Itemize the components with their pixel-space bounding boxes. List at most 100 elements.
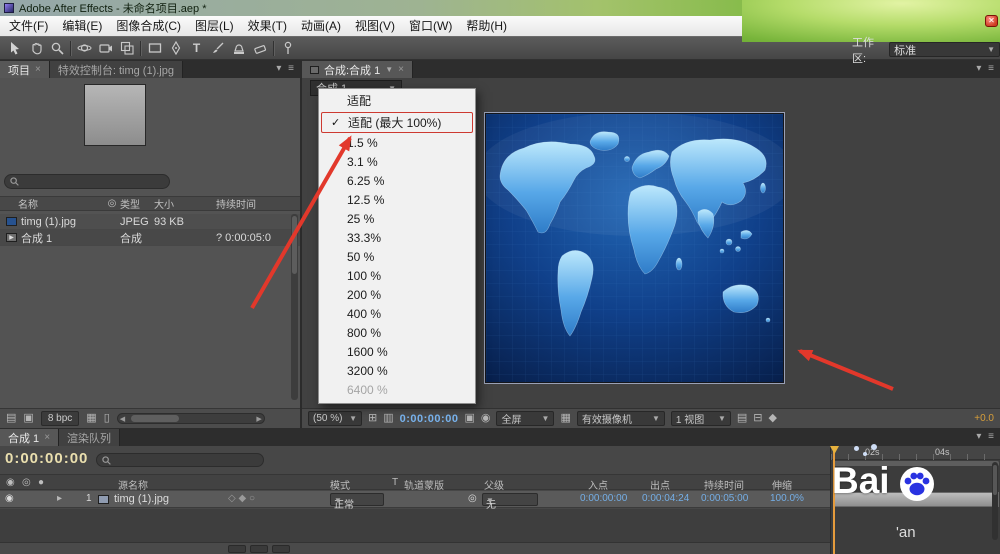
trash-icon[interactable]: ▯ — [104, 413, 110, 424]
layer-label-chip[interactable] — [98, 495, 109, 504]
tab-project[interactable]: 项目 × — [0, 61, 50, 78]
column-type[interactable]: 类型 — [120, 196, 154, 211]
timeline-search-input[interactable] — [115, 454, 258, 466]
project-horizontal-scrollbar[interactable]: ◀ ▶ — [116, 413, 265, 424]
fast-preview-icon[interactable]: ◆ — [769, 413, 777, 424]
new-composition-icon[interactable]: ▦ — [86, 413, 96, 424]
menu-window[interactable]: 窗口(W) — [402, 16, 459, 36]
project-bit-depth[interactable]: 8 bpc — [40, 411, 80, 426]
column-trkmat-t[interactable]: T — [392, 477, 398, 488]
column-source-name[interactable]: 源名称 — [118, 477, 148, 492]
audio-column-icon[interactable]: ◎ — [22, 477, 31, 488]
toggle-switches-button[interactable] — [228, 545, 246, 553]
workspace-dropdown[interactable]: 标准 ▼ — [889, 42, 1000, 57]
interpret-footage-icon[interactable]: ▤ — [6, 413, 16, 424]
view-layout-dropdown[interactable]: 1 视图 ▼ — [670, 411, 731, 426]
close-icon[interactable]: × — [398, 64, 404, 75]
menu-composition[interactable]: 图像合成(C) — [109, 16, 188, 36]
column-duration[interactable]: 持续时间 — [704, 477, 744, 492]
column-duration[interactable]: 持续时间 — [216, 196, 294, 211]
zoom-option-fit[interactable]: 适配 — [319, 92, 475, 111]
zoom-option[interactable]: 50 % — [319, 248, 475, 267]
parent-pickwhip-icon[interactable]: ◎ — [468, 493, 477, 504]
composition-viewer[interactable] — [484, 112, 785, 384]
layer-duration-bar[interactable] — [833, 492, 999, 507]
layer-switches-icons[interactable]: ◇ ◆ ○ — [228, 493, 255, 504]
work-area-bar[interactable] — [833, 461, 999, 466]
tab-timeline-comp[interactable]: 合成 1 × — [0, 429, 60, 446]
mask-shape-tool[interactable] — [144, 39, 165, 58]
zoom-option[interactable]: 200 % — [319, 286, 475, 305]
scroll-right-icon[interactable]: ▶ — [256, 415, 261, 423]
blend-mode-dropdown[interactable]: 正常 ▼ — [330, 493, 384, 511]
zoom-option[interactable]: 800 % — [319, 324, 475, 343]
type-tool[interactable]: T — [186, 39, 207, 58]
close-icon[interactable]: × — [35, 64, 41, 75]
grid-guides-icon[interactable]: ⊞ — [368, 413, 377, 424]
selection-tool[interactable] — [4, 39, 25, 58]
zoom-option[interactable]: 100 % — [319, 267, 475, 286]
video-column-icon[interactable]: ◉ — [6, 477, 15, 488]
timeline-current-time[interactable]: 0:00:00:00 — [5, 450, 88, 467]
menu-edit[interactable]: 编辑(E) — [55, 16, 109, 36]
table-row[interactable]: timg (1).jpg JPEG 93 KB — [0, 214, 300, 230]
comp-current-time[interactable]: 0:00:00:00 — [400, 413, 459, 425]
zoom-option[interactable]: 12.5 % — [319, 191, 475, 210]
layer-row[interactable]: ◉ ▸ 1 timg (1).jpg ◇ ◆ ○ 正常 ▼ ◎ 无 ▼ 0:00… — [0, 491, 830, 511]
column-parent[interactable]: 父级 — [484, 477, 504, 492]
menu-file[interactable]: 文件(F) — [2, 16, 55, 36]
solo-column-icon[interactable]: ● — [38, 477, 44, 488]
zoom-option-fit-max-100[interactable]: 适配 (最大 100%) — [321, 112, 473, 133]
zoom-option[interactable]: 3200 % — [319, 362, 475, 381]
orbit-camera-tool[interactable] — [74, 39, 95, 58]
panel-menu-icon[interactable]: ▾ ≡ — [276, 63, 296, 74]
eraser-tool[interactable] — [249, 39, 270, 58]
layer-stretch-value[interactable]: 100.0% — [770, 493, 804, 504]
pixel-aspect-icon[interactable]: ⊟ — [753, 413, 762, 424]
column-label-icon[interactable]: ◎ — [104, 198, 120, 209]
menu-help[interactable]: 帮助(H) — [459, 16, 514, 36]
zoom-option[interactable]: 400 % — [319, 305, 475, 324]
column-out[interactable]: 出点 — [650, 477, 670, 492]
close-icon[interactable]: ✕ — [985, 15, 998, 27]
magnification-dropdown[interactable]: (50 %) ▼ — [308, 411, 362, 426]
panel-menu-icon[interactable]: ▾ ≡ — [976, 431, 996, 442]
time-ruler[interactable]: 02s 04s — [831, 446, 1000, 460]
menu-animation[interactable]: 动画(A) — [294, 16, 348, 36]
zoom-tool[interactable] — [46, 39, 67, 58]
menu-effect[interactable]: 效果(T) — [241, 16, 294, 36]
zoom-option[interactable]: 6.25 % — [319, 172, 475, 191]
zoom-option[interactable]: 25 % — [319, 210, 475, 229]
new-folder-icon[interactable]: ▣ — [23, 413, 33, 424]
tab-effect-controls[interactable]: 特效控制台: timg (1).jpg — [49, 61, 183, 78]
pan-behind-tool[interactable] — [116, 39, 137, 58]
menu-view[interactable]: 视图(V) — [348, 16, 402, 36]
column-mode[interactable]: 模式 — [330, 477, 350, 492]
scroll-left-icon[interactable]: ◀ — [120, 415, 125, 423]
menu-layer[interactable]: 图层(L) — [188, 16, 241, 36]
toggle-modes-button[interactable] — [250, 545, 268, 553]
toggle-transparency-icon[interactable]: ▤ — [737, 413, 747, 424]
zoom-option[interactable]: 1600 % — [319, 343, 475, 362]
timeline-vertical-scrollbar[interactable] — [992, 462, 998, 540]
pen-tool[interactable] — [165, 39, 186, 58]
exposure-value[interactable]: +0.0 — [974, 413, 994, 424]
layer-out-value[interactable]: 0:00:04:24 — [642, 493, 689, 504]
column-in[interactable]: 入点 — [588, 477, 608, 492]
camera-dropdown[interactable]: 有效摄像机 ▼ — [576, 411, 665, 426]
panel-menu-icon[interactable]: ▾ ≡ — [976, 63, 996, 74]
tab-render-queue[interactable]: 渲染队列 — [59, 429, 121, 446]
zoom-option[interactable]: 33.3% — [319, 229, 475, 248]
camera-tool[interactable] — [95, 39, 116, 58]
parent-dropdown[interactable]: 无 ▼ — [482, 493, 538, 511]
puppet-pin-tool[interactable] — [277, 39, 298, 58]
zoom-option[interactable]: 1.5 % — [319, 134, 475, 153]
mask-visibility-icon[interactable]: ▥ — [383, 413, 393, 424]
project-search-input[interactable] — [23, 176, 164, 187]
layer-in-value[interactable]: 0:00:00:00 — [580, 493, 627, 504]
hand-tool[interactable] — [25, 39, 46, 58]
zoom-option[interactable]: 3.1 % — [319, 153, 475, 172]
show-channel-icon[interactable]: ◉ — [481, 413, 491, 424]
column-size[interactable]: 大小 — [154, 196, 216, 211]
tab-composition[interactable]: 合成:合成 1 ▼ × — [302, 61, 413, 78]
